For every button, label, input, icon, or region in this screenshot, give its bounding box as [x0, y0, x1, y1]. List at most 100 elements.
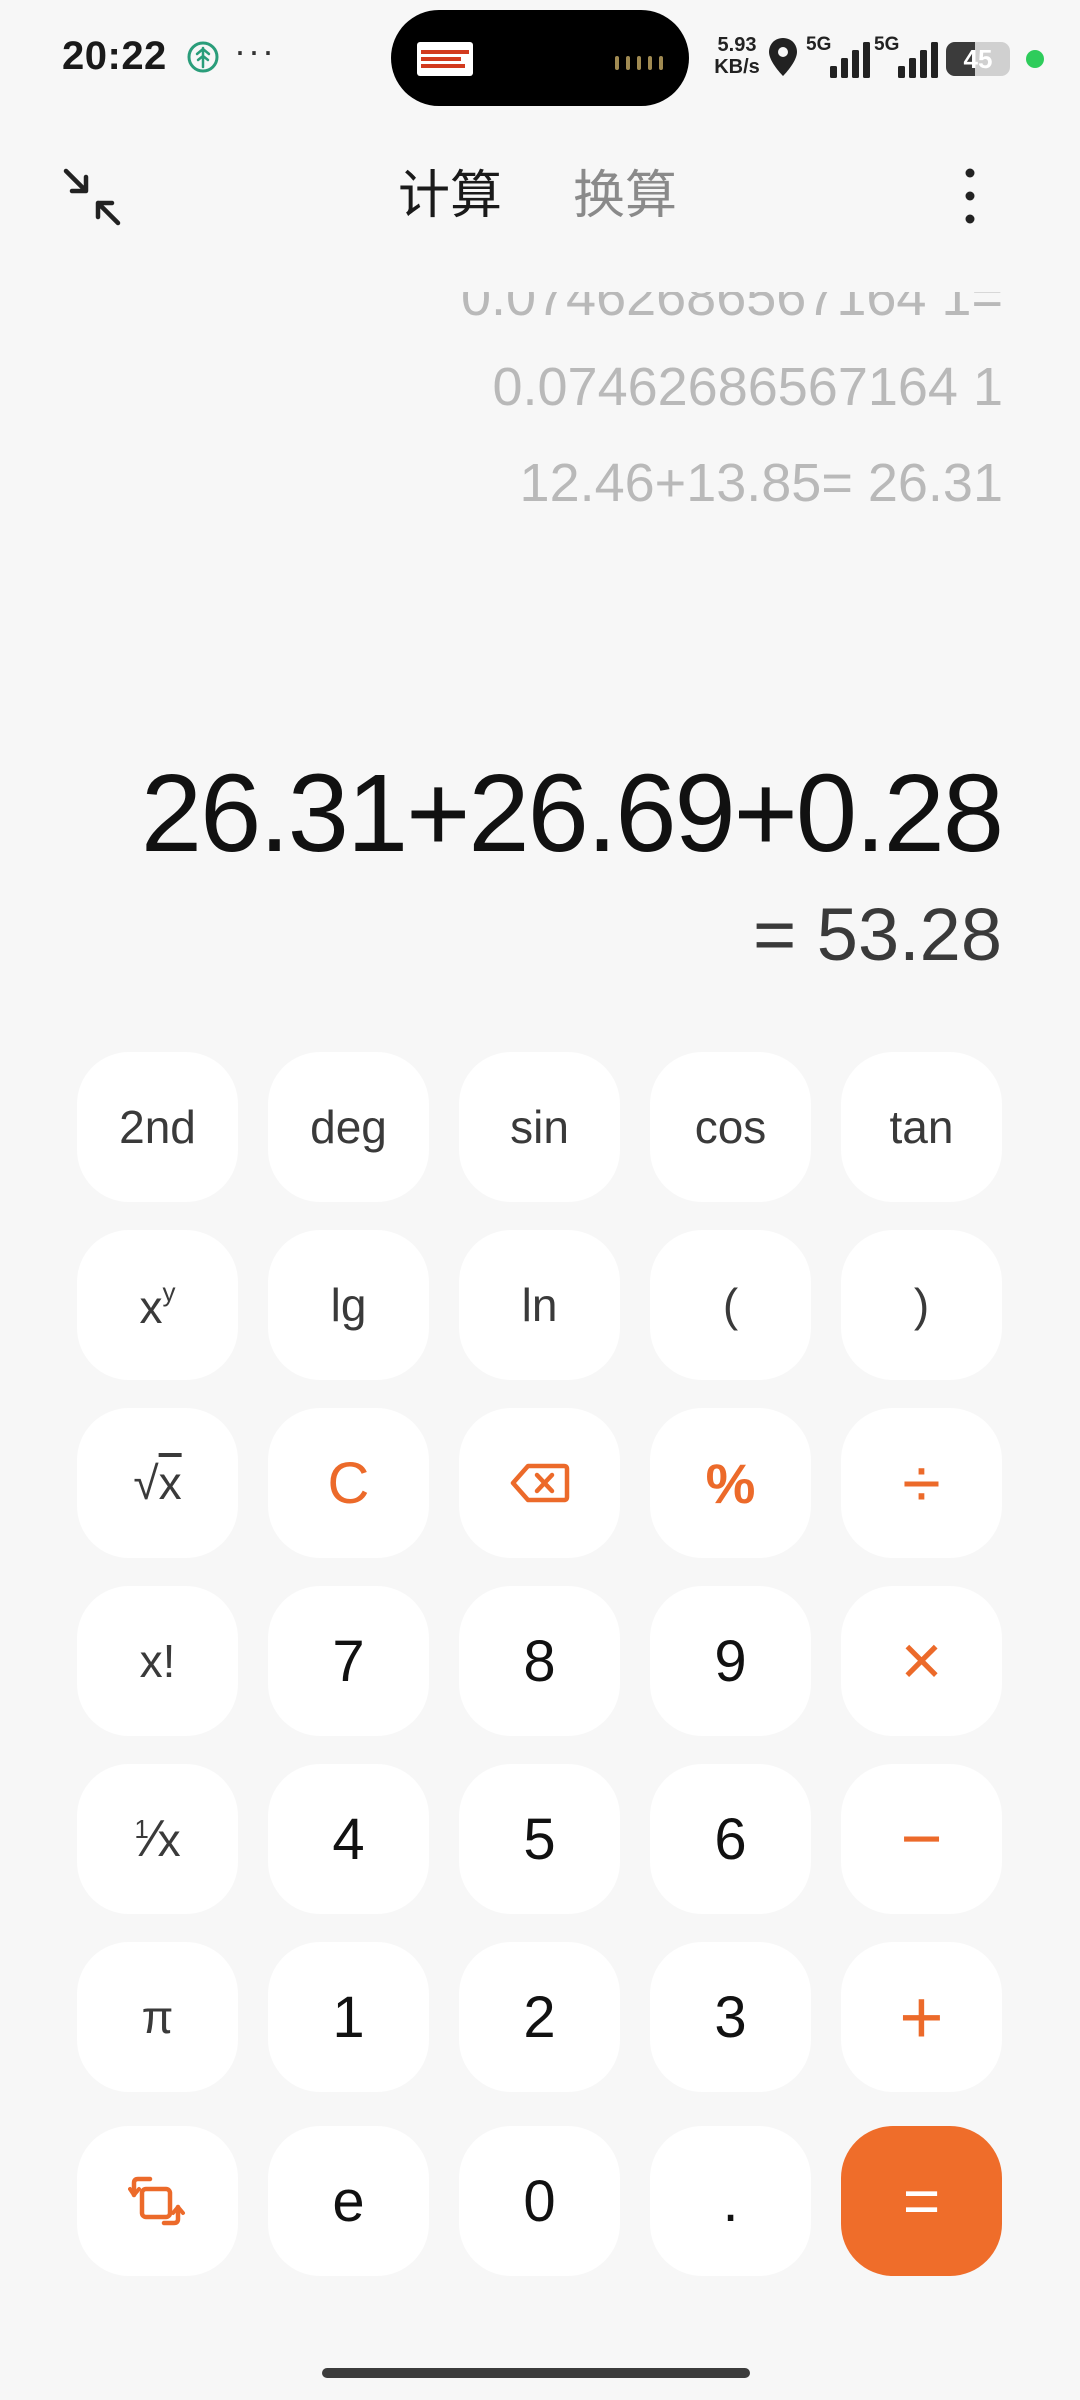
key-9[interactable]: 9 — [650, 1586, 811, 1736]
signal-sim1: 5G — [806, 34, 872, 78]
key-left-paren[interactable]: ( — [650, 1230, 811, 1380]
key-tan[interactable]: tan — [841, 1052, 1002, 1202]
key-factorial-label: x! — [139, 1635, 176, 1687]
home-indicator[interactable] — [322, 2368, 750, 2378]
key-sqrt-variable: x — [158, 1457, 182, 1509]
key-reciprocal-one: 1 — [134, 1814, 149, 1844]
key-sin[interactable]: sin — [459, 1052, 620, 1202]
result-preview: = 53.28 — [753, 893, 1002, 976]
key-clear-label: C — [327, 1450, 370, 1516]
key-lg[interactable]: lg — [268, 1230, 429, 1380]
key-percent[interactable]: % — [650, 1408, 811, 1558]
key-0-label: 0 — [523, 2168, 556, 2234]
key-ln-label: ln — [521, 1279, 558, 1331]
network-speed: 5.93 KB/s — [710, 34, 764, 78]
key-7[interactable]: 7 — [268, 1586, 429, 1736]
key-backspace[interactable] — [459, 1408, 620, 1558]
key-8[interactable]: 8 — [459, 1586, 620, 1736]
key-clear[interactable]: C — [268, 1408, 429, 1558]
key-2[interactable]: 2 — [459, 1942, 620, 2092]
key-0[interactable]: 0 — [459, 2126, 620, 2276]
signal-sim2: 5G — [874, 34, 940, 78]
island-audio-wave-icon — [615, 56, 663, 70]
key-6-label: 6 — [714, 1806, 747, 1872]
key-sqrt-symbol: √ — [133, 1457, 159, 1509]
key-power[interactable]: xy — [77, 1230, 238, 1380]
key-cos[interactable]: cos — [650, 1052, 811, 1202]
key-1[interactable]: 1 — [268, 1942, 429, 2092]
island-media-thumbnail — [417, 42, 473, 76]
key-power-label: xy — [140, 1277, 176, 1334]
key-cos-label: cos — [694, 1101, 767, 1153]
key-lg-label: lg — [330, 1279, 367, 1331]
key-divide-label: ÷ — [902, 1444, 941, 1522]
key-1-label: 1 — [332, 1984, 365, 2050]
key-left-paren-label: ( — [722, 1279, 739, 1331]
key-add-label: + — [899, 1974, 944, 2060]
key-9-label: 9 — [714, 1628, 747, 1694]
key-5-label: 5 — [523, 1806, 556, 1872]
key-reciprocal[interactable]: 1⁄x — [77, 1764, 238, 1914]
key-multiply[interactable]: × — [841, 1586, 1002, 1736]
location-icon — [769, 38, 797, 76]
dynamic-island[interactable] — [391, 10, 689, 106]
key-factorial[interactable]: x! — [77, 1586, 238, 1736]
network-speed-value: 5.93 — [717, 34, 757, 56]
key-switch-mode[interactable] — [77, 2126, 238, 2276]
key-2nd-label: 2nd — [119, 1101, 196, 1153]
key-sin-label: sin — [510, 1101, 569, 1153]
key-deg[interactable]: deg — [268, 1052, 429, 1202]
history-line-partial: 0.07462686567164 1= — [0, 292, 1080, 328]
key-pi-label: π — [141, 1991, 174, 2043]
key-6[interactable]: 6 — [650, 1764, 811, 1914]
signal-bars-icon — [830, 42, 870, 78]
app-notification-icon — [187, 41, 219, 73]
key-4[interactable]: 4 — [268, 1764, 429, 1914]
key-2nd[interactable]: 2nd — [77, 1052, 238, 1202]
status-bar: 20:22 ··· 5.93 KB/s 5G 5G 45 — [0, 0, 1080, 118]
key-subtract[interactable]: − — [841, 1764, 1002, 1914]
key-multiply-label: × — [900, 1621, 943, 1701]
key-pi[interactable]: π — [77, 1942, 238, 2092]
key-subtract-label: − — [900, 1799, 943, 1879]
key-e[interactable]: e — [268, 2126, 429, 2276]
key-deg-label: deg — [310, 1101, 387, 1153]
key-equals[interactable]: = — [841, 2126, 1002, 2276]
key-percent-label: % — [705, 1451, 756, 1515]
key-5[interactable]: 5 — [459, 1764, 620, 1914]
history-expression-1: 0.07462686567164 1= — [460, 292, 1003, 327]
key-sqrt[interactable]: √x — [77, 1408, 238, 1558]
key-4-label: 4 — [332, 1806, 365, 1872]
network-speed-unit: KB/s — [714, 56, 760, 78]
signal-bars-icon — [898, 42, 938, 78]
key-2-label: 2 — [523, 1984, 556, 2050]
status-more-icon: ··· — [234, 30, 276, 71]
key-power-base: x — [139, 1280, 163, 1333]
switch-mode-icon — [127, 2176, 185, 2226]
more-vertical-icon[interactable] — [950, 165, 990, 227]
privacy-indicator-dot — [1026, 50, 1044, 68]
key-divide[interactable]: ÷ — [841, 1408, 1002, 1558]
history-entry-2[interactable]: 12.46+13.85= 26.31 — [520, 452, 1003, 514]
battery-level: 45 — [963, 44, 993, 74]
key-right-paren[interactable]: ) — [841, 1230, 1002, 1380]
key-decimal-label: . — [722, 2168, 739, 2234]
key-8-label: 8 — [523, 1628, 556, 1694]
battery-icon: 45 — [946, 42, 1010, 76]
key-tan-label: tan — [889, 1101, 954, 1153]
tab-calculate[interactable]: 计算 — [398, 162, 502, 230]
key-3[interactable]: 3 — [650, 1942, 811, 2092]
key-equals-label: = — [902, 2165, 941, 2237]
key-ln[interactable]: ln — [459, 1230, 620, 1380]
key-decimal[interactable]: . — [650, 2126, 811, 2276]
current-expression[interactable]: 26.31+26.69+0.28 — [141, 750, 1004, 877]
key-reciprocal-x: x — [157, 1814, 181, 1866]
history-result-1[interactable]: 0.07462686567164 1 — [492, 356, 1003, 418]
status-time: 20:22 — [62, 34, 167, 78]
key-3-label: 3 — [714, 1984, 747, 2050]
key-add[interactable]: + — [841, 1942, 1002, 2092]
tab-convert[interactable]: 换算 — [573, 162, 677, 230]
key-right-paren-label: ) — [913, 1279, 930, 1331]
collapse-arrows-icon[interactable] — [60, 165, 124, 229]
key-power-exponent: y — [162, 1276, 176, 1307]
